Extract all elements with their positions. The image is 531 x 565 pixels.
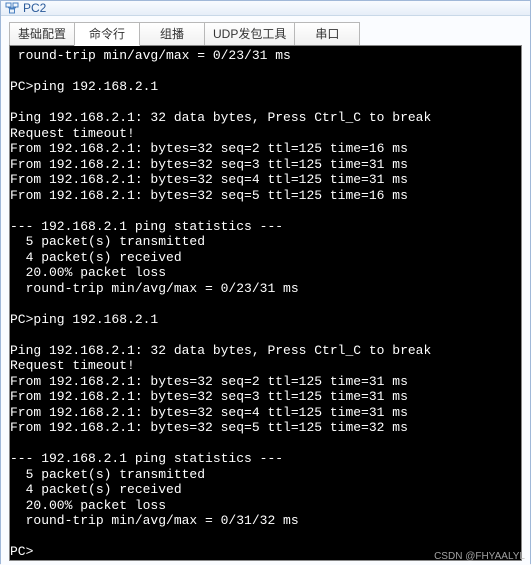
tab-basic-config[interactable]: 基础配置: [9, 22, 75, 46]
tab-bar: 基础配置 命令行 组播 UDP发包工具 串口: [9, 22, 522, 46]
tab-command-line[interactable]: 命令行: [74, 22, 140, 46]
app-window: PC2 基础配置 命令行 组播 UDP发包工具 串口 round-trip mi…: [0, 0, 531, 564]
tab-serial[interactable]: 串口: [294, 22, 360, 46]
window-title: PC2: [23, 1, 46, 15]
watermark: CSDN @FHYAALYL: [434, 551, 525, 562]
tab-multicast[interactable]: 组播: [139, 22, 205, 46]
terminal-output[interactable]: round-trip min/avg/max = 0/23/31 ms PC>p…: [9, 45, 522, 561]
tab-udp-tool[interactable]: UDP发包工具: [204, 22, 295, 46]
app-icon: [5, 1, 19, 15]
titlebar[interactable]: PC2: [1, 1, 530, 16]
content-area: 基础配置 命令行 组播 UDP发包工具 串口 round-trip min/av…: [1, 16, 530, 565]
